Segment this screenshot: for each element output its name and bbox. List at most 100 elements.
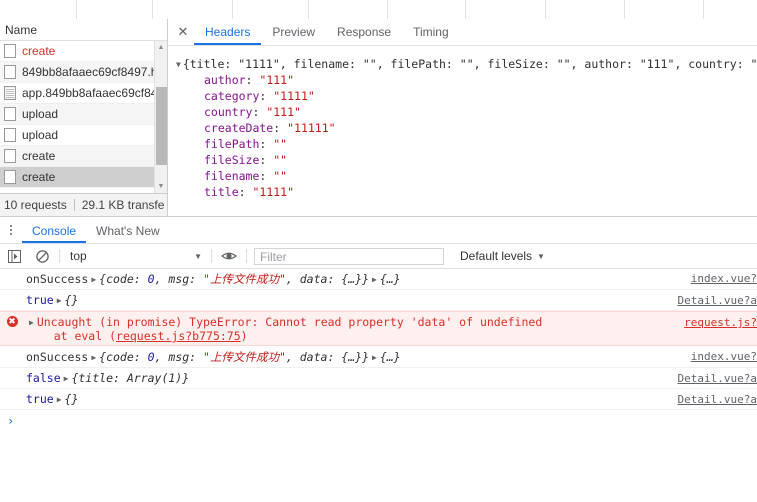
json-property-row[interactable]: category: "1111": [176, 88, 757, 104]
json-property-row[interactable]: title: "1111": [176, 184, 757, 200]
log-message-text: "上传文件成功": [203, 272, 286, 286]
log-object[interactable]: {}: [65, 392, 79, 406]
table-row[interactable]: create: [0, 146, 167, 167]
json-value: "111": [266, 105, 301, 119]
json-property-row[interactable]: fileSize: "": [176, 152, 757, 168]
request-name: create: [22, 44, 56, 58]
column-header-cell[interactable]: [625, 0, 704, 19]
table-row[interactable]: 849bb8afaaec69cf8497.h: [0, 62, 167, 83]
tab-response[interactable]: Response: [326, 19, 402, 45]
error-message: Uncaught (in promise) TypeError: Cannot …: [36, 315, 543, 329]
json-key: country: [204, 105, 253, 119]
log-source-link[interactable]: Detail.vue?a: [678, 372, 757, 385]
column-header-cell[interactable]: [0, 0, 77, 19]
error-source-link[interactable]: request.js?b775:75: [116, 329, 241, 343]
console-log-row[interactable]: false ▶ {title: Array(1)} Detail.vue?a: [0, 368, 757, 389]
json-key: category: [204, 89, 260, 103]
network-request-list[interactable]: create 849bb8afaaec69cf8497.h app.849bb8…: [0, 41, 167, 193]
network-name-column-header[interactable]: Name: [0, 19, 167, 41]
filter-input[interactable]: Filter: [254, 247, 444, 265]
log-icon-slot: [0, 371, 24, 372]
show-console-sidebar-icon[interactable]: [0, 244, 28, 268]
clear-console-icon[interactable]: [28, 244, 56, 268]
console-prompt[interactable]: ›: [0, 410, 757, 432]
json-summary-text: {title: "1111", filename: "", filePath: …: [182, 57, 757, 71]
column-header-cell[interactable]: [77, 0, 153, 19]
expand-triangle-icon[interactable]: ▶: [29, 318, 34, 327]
scroll-up-arrow-icon[interactable]: ▲: [155, 41, 167, 54]
expand-triangle-icon[interactable]: ▶: [372, 275, 377, 284]
network-list-scrollbar[interactable]: ▲ ▼: [154, 41, 167, 193]
tab-preview[interactable]: Preview: [261, 19, 326, 45]
more-options-icon[interactable]: [0, 218, 22, 243]
console-log-row[interactable]: true ▶{} Detail.vue?a: [0, 290, 757, 311]
log-source-link[interactable]: index.vue?: [691, 272, 757, 285]
column-header-cell[interactable]: [233, 0, 309, 19]
log-label: onSuccess: [26, 272, 89, 286]
tab-console[interactable]: Console: [22, 218, 87, 243]
json-property-row[interactable]: filename: "": [176, 168, 757, 184]
console-log-body: onSuccess ▶ {code: 0, msg: "上传文件成功", data:…: [24, 349, 757, 365]
console-error-row[interactable]: ✖ ▶ Uncaught (in promise) TypeError: Cann…: [0, 311, 757, 346]
json-value: "": [273, 137, 288, 151]
scroll-down-arrow-icon[interactable]: ▼: [155, 180, 167, 193]
column-header-cell[interactable]: [153, 0, 233, 19]
context-selector[interactable]: top ▼: [63, 244, 208, 268]
expand-triangle-icon[interactable]: ▶: [64, 374, 69, 383]
expand-triangle-icon[interactable]: ▶: [57, 395, 62, 404]
json-property-row[interactable]: createDate: "11111": [176, 120, 757, 136]
log-source-link[interactable]: Detail.vue?a: [678, 393, 757, 406]
tab-timing[interactable]: Timing: [402, 19, 460, 45]
column-header-cell[interactable]: [704, 0, 757, 19]
blank-document-icon: [4, 44, 16, 58]
expand-triangle-icon[interactable]: ▼: [176, 57, 181, 73]
script-document-icon: [4, 86, 16, 100]
log-object[interactable]: {code: 0, msg: "上传文件成功", data: {…}}: [99, 272, 369, 286]
log-object[interactable]: {}: [65, 293, 79, 307]
log-object[interactable]: {title: Array(1)}: [71, 371, 189, 385]
table-row[interactable]: create: [0, 41, 167, 62]
log-object-2[interactable]: {…}: [380, 350, 401, 364]
console-log-row[interactable]: onSuccess ▶ {code: 0, msg: "上传文件成功", data:…: [0, 268, 757, 290]
log-source-link[interactable]: request.js?: [684, 316, 757, 329]
expand-triangle-icon[interactable]: ▶: [372, 353, 377, 362]
expand-triangle-icon[interactable]: ▶: [91, 353, 96, 362]
table-row[interactable]: app.849bb8afaaec69cf84: [0, 83, 167, 104]
console-log-row[interactable]: true ▶{} Detail.vue?a: [0, 389, 757, 410]
close-icon[interactable]: ✕: [172, 19, 194, 45]
console-log-row[interactable]: onSuccess ▶ {code: 0, msg: "上传文件成功", data:…: [0, 346, 757, 368]
table-row[interactable]: create: [0, 167, 167, 188]
tab-headers[interactable]: Headers: [194, 19, 262, 45]
scrollbar-thumb[interactable]: [156, 87, 167, 165]
toolbar-divider: [59, 249, 60, 263]
live-expression-eye-icon[interactable]: [215, 244, 243, 268]
log-source-link[interactable]: Detail.vue?a: [678, 294, 757, 307]
request-name: 849bb8afaaec69cf8497.h: [22, 65, 158, 79]
column-header-cell[interactable]: [309, 0, 388, 19]
log-level-selector[interactable]: Default levels ▼: [460, 249, 545, 263]
expand-triangle-icon[interactable]: ▶: [91, 275, 96, 284]
table-row[interactable]: upload: [0, 125, 167, 146]
column-header-strip: [0, 0, 757, 19]
log-object[interactable]: {code: 0, msg: "上传文件成功", data: {…}}: [99, 350, 369, 364]
console-log-body: true ▶{}: [24, 392, 757, 406]
log-label: true: [26, 293, 54, 307]
log-icon-slot: [0, 349, 24, 350]
table-row[interactable]: upload: [0, 104, 167, 125]
console-message-list[interactable]: onSuccess ▶ {code: 0, msg: "上传文件成功", data:…: [0, 268, 757, 502]
json-value: "": [273, 153, 288, 167]
json-property-row[interactable]: author: "111": [176, 72, 757, 88]
json-summary-line[interactable]: ▼ {title: "1111", filename: "", filePath:…: [176, 56, 757, 72]
expand-triangle-icon[interactable]: ▶: [57, 296, 62, 305]
chevron-down-icon: ▼: [194, 251, 202, 261]
network-requests-panel: Name create 849bb8afaaec69cf8497.h app.8…: [0, 19, 168, 216]
column-header-cell[interactable]: [546, 0, 625, 19]
json-property-row[interactable]: country: "111": [176, 104, 757, 120]
json-property-row[interactable]: filePath: "": [176, 136, 757, 152]
json-value: "111": [259, 73, 295, 87]
column-header-cell[interactable]: [388, 0, 466, 19]
log-source-link[interactable]: index.vue?: [691, 350, 757, 363]
column-header-cell[interactable]: [466, 0, 546, 19]
tab-whats-new[interactable]: What's New: [86, 218, 170, 243]
log-object-2[interactable]: {…}: [380, 272, 401, 286]
